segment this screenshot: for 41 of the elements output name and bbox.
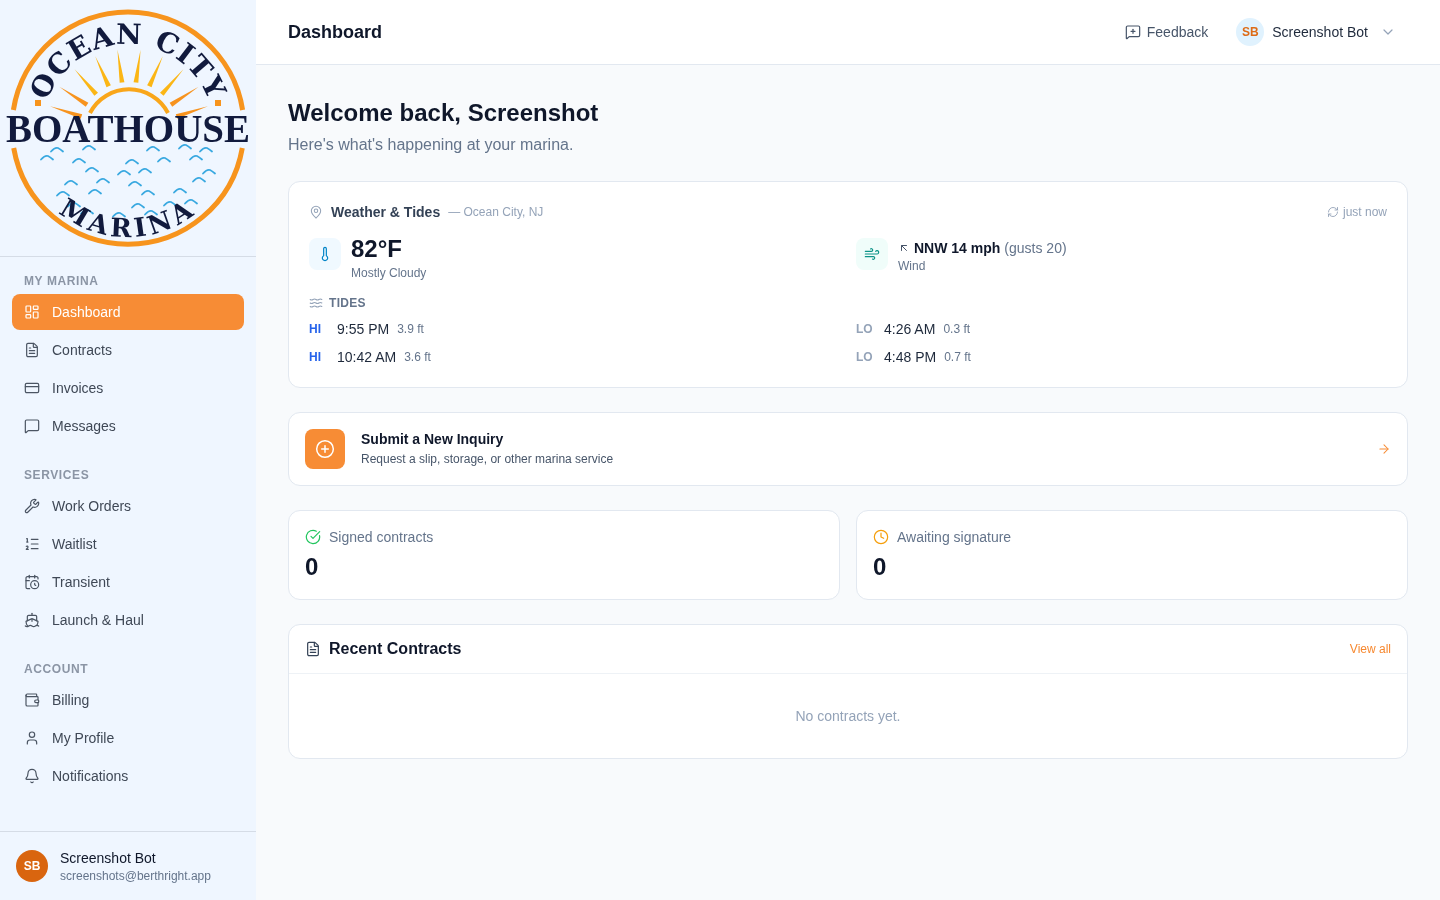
stat-label: Signed contracts	[329, 528, 434, 547]
tide-height: 0.7 ft	[944, 349, 971, 365]
user-email: screenshots@berthright.app	[60, 868, 211, 884]
tide-type: HI	[309, 349, 322, 365]
wind-label: Wind	[898, 258, 927, 274]
tide-height: 3.9 ft	[397, 321, 424, 337]
logo-text: MARINA	[54, 192, 202, 244]
tide-time: 9:55 PM	[337, 320, 390, 339]
section-label: MY MARINA	[23, 273, 100, 289]
tide-height: 3.6 ft	[404, 349, 431, 365]
condition-text: Mostly Cloudy	[351, 265, 427, 281]
wind-gusts: (gusts 20)	[1004, 239, 1067, 258]
welcome-subtitle: Here's what's happening at your marina.	[288, 135, 575, 155]
wind-speed: NNW 14 mph	[914, 239, 1001, 258]
stat-value: 0	[873, 552, 888, 582]
welcome-heading: Welcome back, Screenshot	[288, 98, 600, 128]
section-label: SERVICES	[23, 467, 91, 483]
section-label: ACCOUNT	[23, 661, 90, 677]
avatar-initials: SB	[1236, 18, 1265, 46]
empty-state-text: No contracts yet.	[795, 707, 901, 726]
card-title: Weather & Tides	[331, 203, 441, 222]
inquiry-subtitle: Request a slip, storage, or other marina service	[361, 451, 615, 468]
stat-label: Awaiting signature	[897, 528, 1012, 547]
page-title: Dashboard	[288, 21, 383, 44]
stat-value: 0	[305, 552, 320, 582]
logo-text: BOATHOUSE	[5, 107, 251, 150]
location-text: — Ocean City, NJ	[448, 204, 544, 220]
inquiry-title: Submit a New Inquiry	[361, 430, 505, 449]
tide-type: LO	[856, 321, 874, 337]
user-name: Screenshot Bot	[60, 849, 157, 868]
tide-time: 4:48 PM	[884, 348, 937, 367]
tides-label: TIDES	[329, 295, 366, 311]
tide-height: 0.3 ft	[943, 321, 971, 337]
avatar-initials: SB	[16, 850, 48, 882]
tide-type: LO	[856, 349, 874, 365]
tide-time: 4:26 AM	[884, 320, 936, 339]
tide-type: HI	[309, 321, 322, 337]
updated-text: just now	[1342, 204, 1387, 220]
temperature-reading: 82°F	[351, 234, 403, 264]
card-title: Recent Contracts	[329, 639, 462, 659]
tide-time: 10:42 AM	[337, 348, 397, 367]
